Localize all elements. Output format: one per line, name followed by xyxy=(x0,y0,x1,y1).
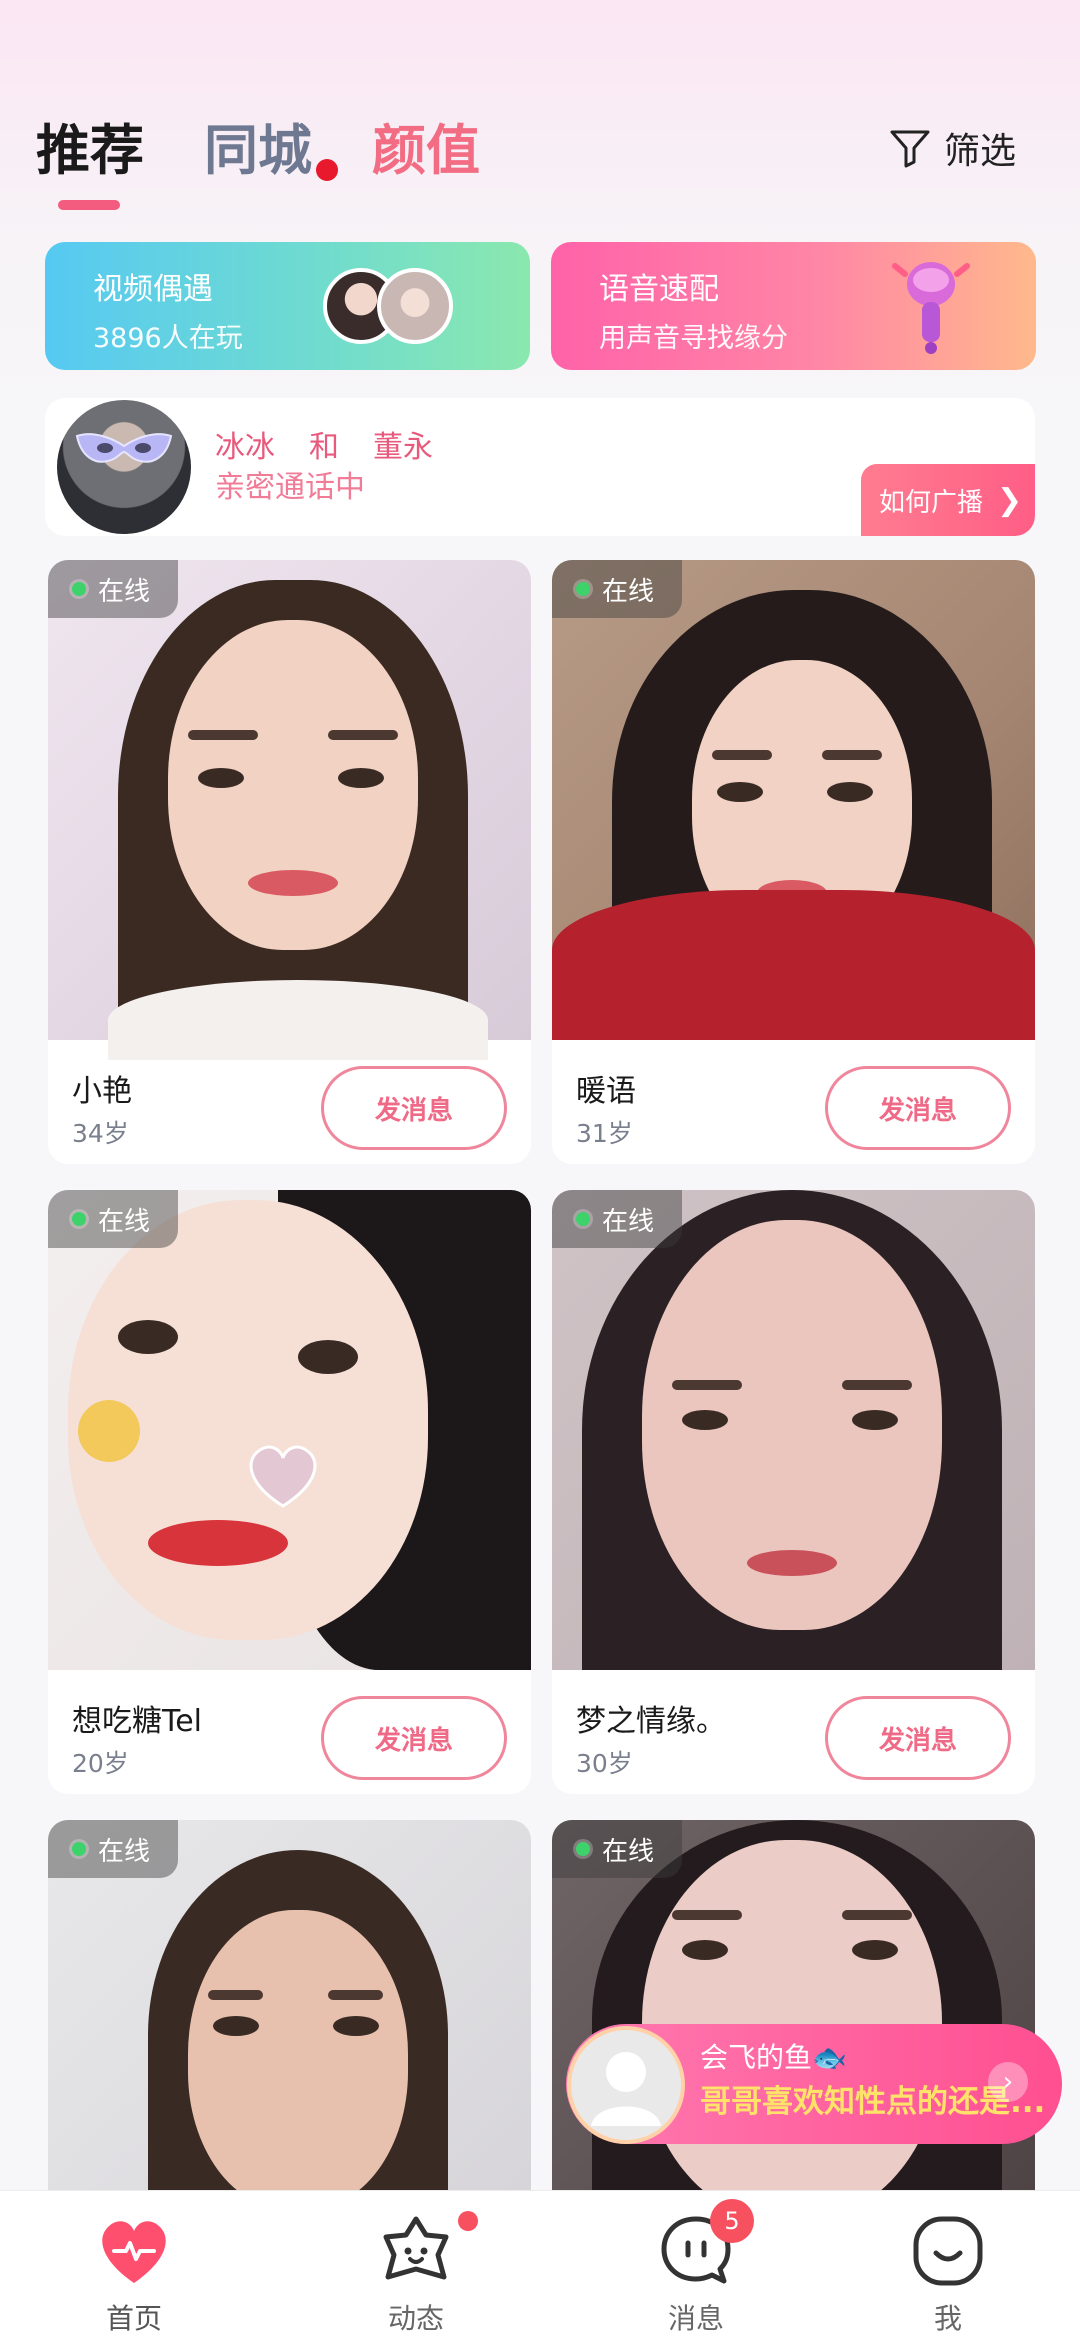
voice-match-banner[interactable]: 语音速配 用声音寻找缘分 xyxy=(551,242,1036,370)
how-to-broadcast-button[interactable]: 如何广播 ❯ xyxy=(861,464,1035,536)
profile-photo[interactable] xyxy=(48,560,531,1060)
participant-conjunction: 和 xyxy=(309,430,339,465)
online-label: 在线 xyxy=(602,576,655,607)
heart-sticker xyxy=(238,1440,328,1510)
profile-age: 30岁 xyxy=(576,1749,633,1778)
nav-me-label: 我 xyxy=(933,2302,962,2335)
nav-home[interactable]: 首页 xyxy=(54,2211,214,2337)
online-label: 在线 xyxy=(602,1206,655,1237)
profile-card[interactable]: 在线 暖语 31岁 发消息 xyxy=(552,560,1035,1164)
filter-icon xyxy=(890,130,930,168)
profile-photo[interactable] xyxy=(48,1190,531,1670)
bottom-nav: 首页 动态 5 消息 我 xyxy=(0,2190,1080,2340)
online-label: 在线 xyxy=(98,576,151,607)
profile-card[interactable]: 在线 xyxy=(48,1820,531,2220)
how-to-broadcast-label: 如何广播 xyxy=(879,487,984,518)
chevron-right-icon[interactable]: › xyxy=(988,2062,1028,2102)
tab-same-city[interactable]: 同城 xyxy=(204,106,338,185)
profile-photo[interactable] xyxy=(552,560,1035,1040)
smiley-sticker xyxy=(78,1400,140,1462)
chat-bubble-icon: 5 xyxy=(656,2199,754,2291)
microphone-icon xyxy=(892,262,970,354)
send-message-button[interactable]: 发消息 xyxy=(321,1696,507,1780)
profile-name: 想吃糖Tel xyxy=(72,1704,203,1739)
active-tab-indicator xyxy=(58,200,120,210)
online-badge: 在线 xyxy=(48,1190,179,1248)
nav-messages[interactable]: 5 消息 xyxy=(616,2199,776,2337)
nav-me[interactable]: 我 xyxy=(868,2211,1028,2337)
nav-messages-label: 消息 xyxy=(667,2302,724,2335)
profile-age: 31岁 xyxy=(576,1119,633,1148)
nav-moments[interactable]: 动态 xyxy=(336,2211,496,2337)
profile-card[interactable]: 在线 小艳 34岁 发消息 xyxy=(48,560,531,1164)
default-avatar-icon xyxy=(591,2052,661,2126)
online-dot-icon xyxy=(576,582,590,596)
live-status: 亲密通话中 xyxy=(215,470,365,505)
filter-button[interactable]: 筛选 xyxy=(888,122,1016,174)
profile-age: 34岁 xyxy=(72,1119,129,1148)
chevron-right-icon: ❯ xyxy=(997,482,1023,518)
online-badge: 在线 xyxy=(552,560,683,618)
profile-card[interactable]: 在线 梦之情缘。 30岁 发消息 xyxy=(552,1190,1035,1794)
profile-name: 梦之情缘。 xyxy=(576,1704,726,1739)
online-badge: 在线 xyxy=(552,1190,683,1248)
profile-card[interactable]: 在线 想吃糖Tel 20岁 发消息 xyxy=(48,1190,531,1794)
send-message-button[interactable]: 发消息 xyxy=(825,1066,1011,1150)
nav-moments-label: 动态 xyxy=(387,2302,444,2335)
profile-photo[interactable] xyxy=(48,1820,531,2220)
send-message-button[interactable]: 发消息 xyxy=(321,1066,507,1150)
online-dot-icon xyxy=(72,582,86,596)
video-banner-title: 视频偶遇 xyxy=(93,272,213,307)
profile-name: 小艳 xyxy=(72,1074,132,1109)
notification-dot xyxy=(458,2211,478,2231)
star-face-icon xyxy=(376,2211,478,2291)
tab-same-city-label: 同城 xyxy=(204,118,312,182)
avatar xyxy=(377,268,453,344)
live-participants: 冰冰 和 董永 xyxy=(215,422,433,466)
online-dot-icon xyxy=(576,1842,590,1856)
nav-home-label: 首页 xyxy=(105,2302,162,2335)
avatar xyxy=(567,2026,685,2144)
toast-sender-name: 会飞的鱼🐟 xyxy=(700,2041,847,2074)
participant-name: 董永 xyxy=(373,430,433,465)
voice-banner-subtitle: 用声音寻找缘分 xyxy=(599,323,788,354)
online-label: 在线 xyxy=(602,1836,655,1867)
online-dot-icon xyxy=(72,1842,86,1856)
message-count-badge: 5 xyxy=(710,2199,754,2243)
video-encounter-banner[interactable]: 视频偶遇 3896人在玩 xyxy=(45,242,530,370)
top-tabs: 推荐 同城 颜值 xyxy=(36,100,540,190)
tab-recommend[interactable]: 推荐 xyxy=(36,106,144,185)
online-badge: 在线 xyxy=(48,560,179,618)
online-dot-icon xyxy=(576,1212,590,1226)
voice-banner-title: 语音速配 xyxy=(599,272,719,307)
tab-notification-dot xyxy=(316,158,338,181)
profile-age: 20岁 xyxy=(72,1749,129,1778)
smile-face-icon xyxy=(908,2211,988,2291)
profile-photo[interactable] xyxy=(552,1190,1035,1670)
heart-pulse-icon xyxy=(94,2211,174,2291)
online-label: 在线 xyxy=(98,1836,151,1867)
participant-name: 冰冰 xyxy=(215,430,275,465)
online-dot-icon xyxy=(72,1212,86,1226)
video-banner-subtitle: 3896人在玩 xyxy=(93,323,243,354)
mask-icon xyxy=(75,433,173,463)
avatar-stack xyxy=(323,268,463,348)
profile-name: 暖语 xyxy=(576,1074,636,1109)
tab-looks[interactable]: 颜值 xyxy=(372,106,480,185)
live-broadcast-card[interactable]: 冰冰 和 董永 亲密通话中 如何广播 ❯ xyxy=(45,398,1035,536)
online-badge: 在线 xyxy=(48,1820,179,1878)
online-label: 在线 xyxy=(98,1206,151,1237)
profile-card[interactable]: 在线 xyxy=(552,1820,1035,2220)
send-message-button[interactable]: 发消息 xyxy=(825,1696,1011,1780)
online-badge: 在线 xyxy=(552,1820,683,1878)
filter-label: 筛选 xyxy=(943,131,1016,172)
profile-photo[interactable] xyxy=(552,1820,1035,2220)
avatar xyxy=(57,400,191,534)
